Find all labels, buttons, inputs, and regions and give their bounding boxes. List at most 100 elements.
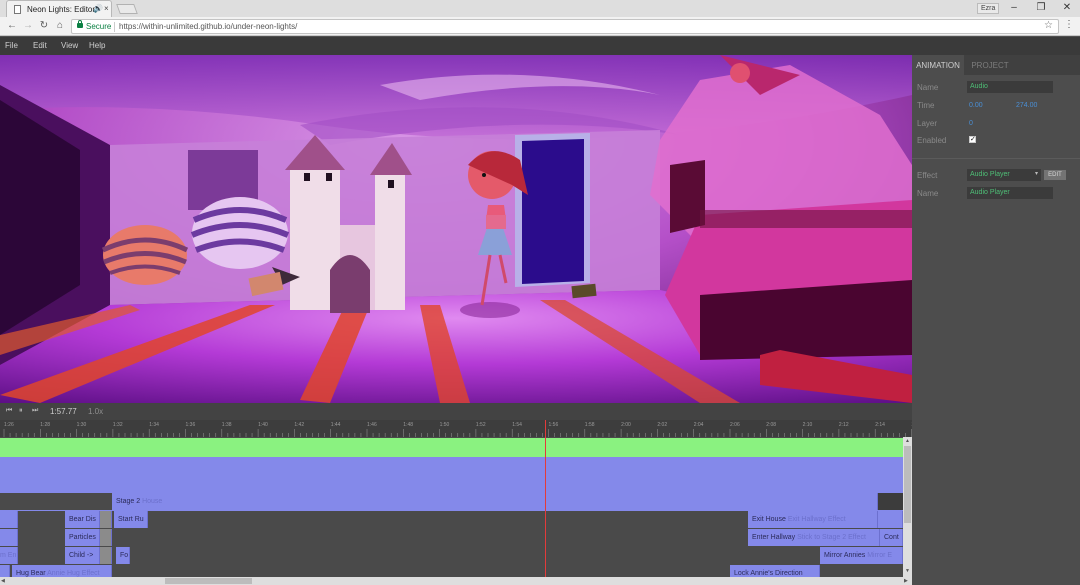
scroll-right-icon[interactable]: ▶ — [904, 578, 908, 584]
scene-viewport[interactable] — [0, 55, 912, 403]
profile-button[interactable]: Ezra — [977, 3, 1000, 14]
ruler-tick-label: 1:52 — [475, 422, 486, 428]
time-start-field[interactable]: 0.00 — [969, 102, 983, 109]
doorway — [522, 139, 584, 284]
track-row[interactable] — [0, 475, 903, 493]
clip-m-en[interactable]: m En — [0, 547, 18, 564]
back-icon[interactable]: ← — [6, 20, 18, 32]
clip-exit-house[interactable]: Exit House Exit Hallway Effect — [748, 511, 878, 528]
name-label: Name — [917, 83, 939, 92]
lock-icon — [77, 20, 83, 28]
url-bar[interactable]: Secure https://within-unlimited.github.i… — [71, 19, 1059, 34]
layer-field[interactable]: 0 — [969, 120, 973, 127]
clip-hug-bear[interactable]: Hug Bear Annie Hug Effect — [12, 565, 112, 577]
clip-child[interactable]: Child -> — [65, 547, 100, 564]
browser-tab-strip: Neon Lights: Editor 🔊 × Ezra – ❐ ✕ — [0, 0, 1080, 17]
menu-edit[interactable]: Edit — [33, 41, 47, 50]
clip-label: Bear Dis — [69, 516, 96, 523]
enabled-checkbox[interactable]: ✓ — [969, 136, 976, 143]
url-text[interactable]: https://within-unlimited.github.io/under… — [119, 22, 297, 31]
skip-back-icon[interactable]: ⏮ — [6, 407, 12, 415]
clip-label: Start Ru — [118, 516, 144, 523]
edit-effect-button[interactable]: EDIT — [1044, 170, 1066, 180]
effect-name-label: Name — [917, 189, 939, 198]
panel-tabs: ANIMATION PROJECT — [912, 55, 1080, 75]
ruler-tick-label: 2:14 — [875, 422, 885, 428]
striped-ball — [190, 197, 290, 269]
tab-animation[interactable]: ANIMATION — [912, 55, 964, 75]
minimize-button[interactable]: – — [1002, 1, 1026, 15]
new-tab-button[interactable] — [116, 4, 138, 14]
clip-label: Fo — [120, 552, 129, 559]
clip-fo[interactable]: Fo — [116, 547, 130, 564]
clip-stub[interactable] — [100, 529, 112, 546]
close-window-button[interactable]: ✕ — [1055, 1, 1079, 15]
vertical-scroll-thumb[interactable] — [904, 446, 911, 523]
horizontal-scrollbar[interactable]: ◀ ▶ — [0, 577, 912, 585]
browser-tab[interactable]: Neon Lights: Editor 🔊 × — [6, 0, 112, 17]
clip-label: Child -> — [69, 552, 94, 559]
track-gap — [0, 493, 112, 510]
scroll-left-icon[interactable]: ◀ — [1, 578, 5, 584]
clip-label: Particles — [69, 534, 96, 541]
clip-label: Lock Annie's Direction — [734, 570, 803, 577]
ruler-tick-label: 1:32 — [112, 422, 123, 428]
clip-bear-dis[interactable]: Bear Dis — [65, 511, 100, 528]
ruler-tick-label: 2:12 — [838, 422, 849, 428]
clip-start-ru[interactable]: Start Ru — [114, 511, 148, 528]
clip-stub[interactable] — [0, 529, 18, 546]
page-icon — [14, 5, 21, 14]
clip-enter-hallway[interactable]: Enter Hallway Stick to Stage 2 Effect — [748, 529, 880, 546]
clip-effect: m En — [0, 552, 17, 559]
time-end-field[interactable]: 274.00 — [1016, 102, 1037, 109]
clip-stage-2[interactable]: Stage 2 House — [112, 493, 878, 510]
home-icon[interactable]: ⌂ — [54, 20, 66, 32]
menu-view[interactable]: View — [61, 41, 78, 50]
clip-stub[interactable] — [0, 565, 10, 577]
skip-forward-icon[interactable]: ⏭ — [32, 407, 38, 415]
browser-menu-icon[interactable]: ⋮ — [1064, 19, 1074, 30]
maximize-button[interactable]: ❐ — [1029, 1, 1053, 15]
reload-icon[interactable]: ↻ — [38, 20, 50, 32]
clip-cont[interactable]: Cont — [880, 529, 903, 546]
vertical-scrollbar[interactable]: ▲ ▼ — [903, 437, 912, 577]
timeline-ruler[interactable]: 1:26 1:28 1:30 1:32 1:34 1:36 1:38 1:40 1:42 1:44… — [0, 420, 912, 437]
clip-effect: Annie Hug Effect — [47, 570, 100, 577]
menu-help[interactable]: Help — [89, 41, 105, 50]
clip-stub[interactable] — [0, 511, 18, 528]
time-label: Time — [917, 101, 935, 110]
tab-project[interactable]: PROJECT — [966, 55, 1014, 75]
scroll-down-icon[interactable]: ▼ — [905, 568, 910, 574]
toy-block — [571, 283, 597, 299]
tab-close-icon[interactable]: × — [104, 4, 109, 13]
menu-file[interactable]: File — [5, 41, 18, 50]
clip-stub[interactable] — [100, 547, 112, 564]
clip-stub[interactable] — [100, 511, 112, 528]
playback-speed[interactable]: 1.0x — [88, 407, 103, 416]
clip-effect: Stick to Stage 2 Effect — [797, 534, 866, 541]
pause-icon[interactable]: ⏸ — [19, 407, 23, 415]
clip-label: Mirror Annies — [824, 552, 866, 559]
playhead[interactable] — [545, 420, 546, 585]
clip-mirror-annies[interactable]: Mirror Annies Mirror E — [820, 547, 903, 564]
audio-track[interactable] — [0, 438, 903, 457]
timeline-tracks[interactable]: Stage 2 House Bear Dis Start Ru Exit Hou… — [0, 437, 903, 577]
ruler-tick-label: 1:54 — [512, 422, 522, 428]
current-time: 1:57.77 — [50, 407, 77, 416]
forward-icon[interactable]: → — [22, 20, 34, 32]
layer-label: Layer — [917, 119, 938, 128]
clip-particles[interactable]: Particles — [65, 529, 100, 546]
clip-lock-annie[interactable]: Lock Annie's Direction — [730, 565, 820, 577]
effect-name-field[interactable]: Audio Player — [967, 187, 1053, 199]
bookmark-star-icon[interactable]: ☆ — [1044, 20, 1053, 31]
track-row[interactable] — [0, 457, 903, 475]
horizontal-scroll-thumb[interactable] — [165, 578, 252, 584]
effect-select[interactable]: Audio Player ▾ — [967, 169, 1041, 181]
name-field[interactable]: Audio — [967, 81, 1053, 93]
clip-stub[interactable] — [878, 511, 903, 528]
ruler-tick-label: 1:36 — [185, 422, 196, 428]
ruler-tick-label: 2:08 — [766, 422, 777, 428]
ruler-tick-label: 2:04 — [693, 422, 704, 428]
scroll-up-icon[interactable]: ▲ — [905, 438, 910, 444]
speaker-icon[interactable]: 🔊 — [93, 4, 103, 13]
